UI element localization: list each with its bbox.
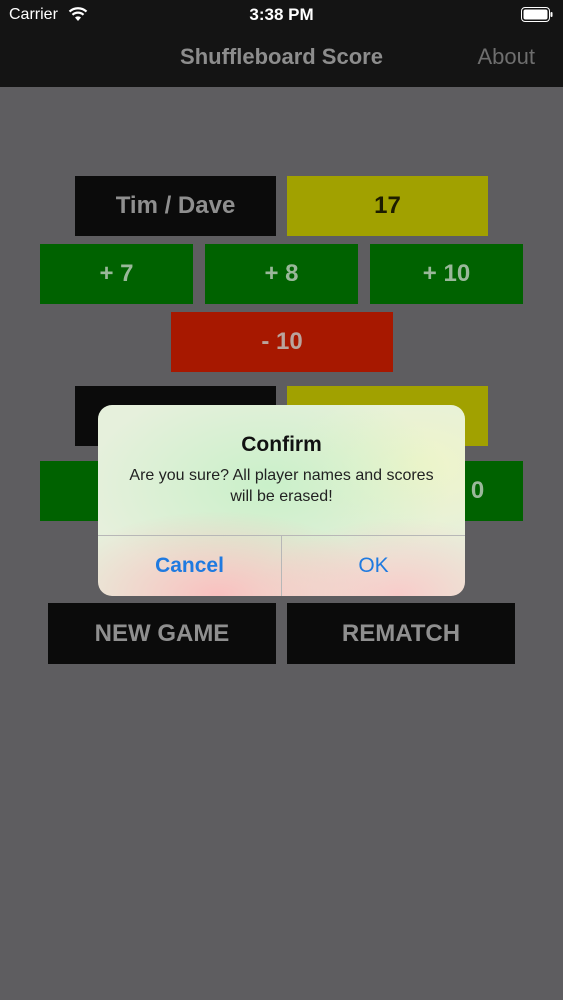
battery-icon xyxy=(521,7,553,22)
status-bar: Carrier 3:38 PM xyxy=(0,0,563,30)
confirm-dialog: Confirm Are you sure? All player names a… xyxy=(98,405,465,596)
team1-plus8-button[interactable]: + 8 xyxy=(205,244,358,304)
team1-name-field[interactable]: Tim / Dave xyxy=(75,176,276,236)
team1-score: 17 xyxy=(287,176,488,236)
about-button[interactable]: About xyxy=(478,44,536,70)
team2-plus10-label-partial: 0 xyxy=(470,477,485,504)
cancel-button[interactable]: Cancel xyxy=(98,536,281,596)
team1-plus10-button[interactable]: + 10 xyxy=(370,244,523,304)
team1-plus7-button[interactable]: + 7 xyxy=(40,244,193,304)
dialog-title: Confirm xyxy=(241,433,322,456)
navigation-bar: Shuffleboard Score About xyxy=(0,30,563,87)
ok-button[interactable]: OK xyxy=(282,536,465,596)
status-time: 3:38 PM xyxy=(249,5,314,24)
rematch-button[interactable]: REMATCH xyxy=(287,603,515,664)
new-game-button[interactable]: NEW GAME xyxy=(48,603,276,664)
team1-minus10-button[interactable]: - 10 xyxy=(171,312,393,372)
dialog-message: Are you sure? All player names and score… xyxy=(129,467,434,505)
